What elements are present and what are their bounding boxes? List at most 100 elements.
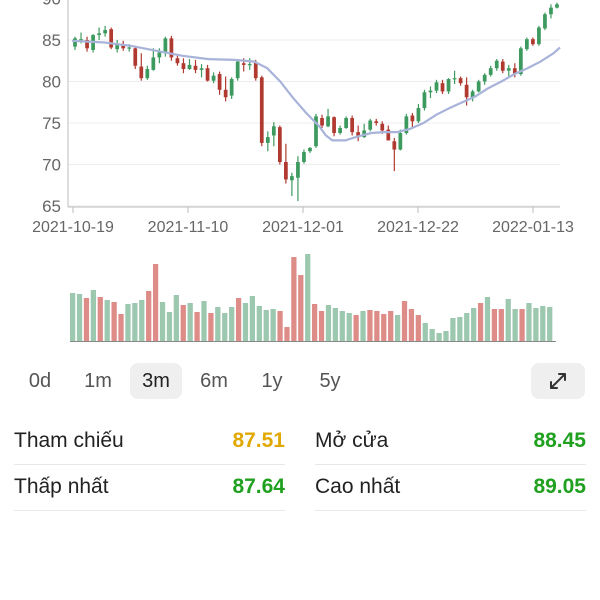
candle-body	[374, 121, 379, 123]
x-axis: 2021-10-19 2021-11-10 2021-12-01 2021-12-22…	[32, 207, 574, 236]
candle	[410, 113, 415, 128]
candle	[543, 12, 547, 31]
candle	[296, 156, 300, 202]
candle-body	[452, 78, 457, 80]
candle-body	[241, 63, 246, 65]
candle	[374, 118, 379, 126]
x-tick-label: 2021-11-10	[148, 219, 229, 236]
candle	[97, 27, 101, 40]
candle	[115, 40, 120, 53]
candle	[151, 48, 156, 71]
candle-body	[284, 162, 288, 180]
volume-bar	[180, 305, 186, 341]
candle	[476, 79, 481, 93]
y-tick-label: 90	[42, 0, 61, 9]
volume-bar	[512, 309, 518, 341]
x-tick-label: 2021-12-01	[262, 219, 344, 236]
volume-bar	[194, 312, 200, 341]
volume-bar	[104, 300, 110, 341]
candle-body	[217, 74, 222, 90]
candle-body	[296, 162, 300, 178]
tab-5y[interactable]: 5y	[304, 363, 356, 399]
chart-grid	[68, 39, 560, 207]
x-tick-label: 2022-01-13	[492, 219, 574, 236]
volume-bar	[76, 294, 83, 341]
volume-bar	[111, 302, 117, 341]
candle-body	[97, 33, 101, 36]
volume-bar	[443, 331, 449, 341]
candle	[235, 59, 240, 81]
candle-body	[555, 4, 559, 8]
volume-bar	[118, 314, 124, 341]
volume-bar	[519, 309, 525, 341]
volume-bar	[353, 315, 359, 341]
volume-bar	[97, 297, 103, 341]
volume-bar	[235, 298, 242, 341]
candle-body	[193, 65, 198, 70]
volume-bar	[146, 291, 152, 341]
candle	[302, 149, 306, 164]
volume-bar	[484, 297, 491, 341]
candle	[73, 36, 77, 50]
candle	[428, 86, 433, 99]
volume-bar	[325, 305, 332, 341]
volume-bar	[125, 304, 131, 341]
volume-bar	[249, 296, 256, 341]
stat-label: Mở cửa	[315, 429, 389, 452]
price-chart[interactable]: 65 70 75 80 85 90 2021-10-19 2021-11-10 2021-12…	[0, 0, 600, 345]
candle-body	[127, 47, 132, 49]
candle-body	[139, 66, 144, 79]
tab-1y[interactable]: 1y	[246, 363, 298, 399]
candle	[145, 65, 150, 80]
volume-bar	[457, 317, 463, 341]
candle	[229, 77, 234, 99]
candle-body	[259, 77, 264, 143]
candle-body	[302, 152, 306, 163]
volume-bar	[408, 309, 415, 341]
stat-open: Mở cửa 88.45	[315, 418, 586, 465]
candle	[422, 89, 427, 111]
candle-body	[271, 126, 276, 136]
volume-bar	[187, 303, 193, 341]
volume-bar	[367, 310, 373, 341]
volume-bar	[298, 275, 304, 341]
volume-bar	[139, 300, 145, 341]
fullscreen-button[interactable]	[531, 363, 585, 399]
candle	[531, 37, 535, 46]
candle	[169, 35, 174, 61]
candle	[500, 59, 505, 74]
candle-body	[410, 115, 415, 122]
y-tick-label: 75	[42, 114, 61, 133]
candle-body	[235, 61, 240, 79]
volume-bar	[90, 290, 96, 341]
volume-bar	[166, 312, 173, 341]
volume-bar	[277, 311, 283, 341]
candle	[85, 36, 89, 52]
y-tick-label: 65	[42, 197, 61, 216]
stat-reference: Tham chiếu 87.51	[14, 418, 285, 465]
candle-body	[338, 127, 342, 133]
tab-6m[interactable]: 6m	[188, 363, 240, 399]
volume-bar	[491, 309, 498, 341]
candle	[356, 125, 361, 142]
volume-bar	[436, 333, 442, 341]
x-tick-label: 2021-10-19	[32, 219, 114, 236]
candle	[446, 78, 451, 94]
tab-1m[interactable]: 1m	[72, 363, 124, 399]
volume-bar	[270, 309, 276, 341]
candle-body	[524, 39, 529, 50]
candle	[187, 59, 192, 70]
stat-label: Thấp nhất	[14, 475, 109, 498]
volume-bar	[229, 307, 235, 341]
candle-body	[416, 108, 421, 122]
y-tick-label: 85	[42, 31, 61, 50]
candle-body	[380, 123, 385, 131]
stat-value: 87.51	[232, 429, 285, 452]
tab-3m[interactable]: 3m	[130, 363, 182, 399]
candle-body	[434, 82, 439, 91]
volume-bar	[540, 306, 546, 341]
candle	[458, 76, 463, 86]
volume-bars	[70, 254, 556, 342]
y-tick-label: 80	[42, 73, 61, 92]
tab-0d[interactable]: 0d	[14, 363, 66, 399]
